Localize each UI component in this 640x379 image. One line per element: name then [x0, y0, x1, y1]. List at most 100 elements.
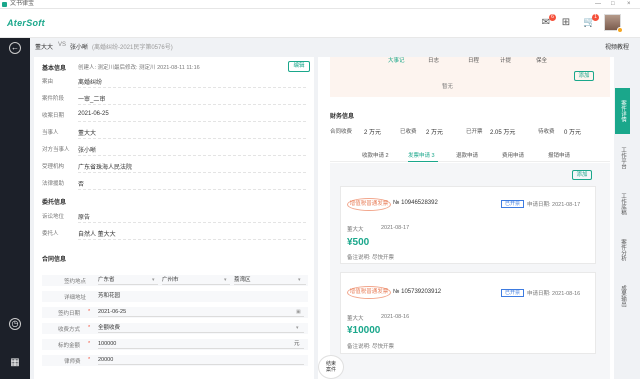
entrust-title: 委托信息 — [42, 200, 67, 206]
payer: 董大大 — [347, 316, 364, 322]
pay-date: 2021-08-17 — [381, 225, 410, 231]
cart-icon[interactable]: 🛒 1 — [583, 14, 599, 29]
finance-title: 财务信息 — [330, 114, 355, 120]
maximize-button[interactable]: □ — [611, 0, 615, 9]
vtab-workbench[interactable]: 工作平台 — [615, 138, 630, 178]
tab-provision[interactable]: 计提 — [500, 56, 511, 64]
minimize-button[interactable]: — — [595, 0, 601, 9]
fee-mode-row: 收费方式 * 全额收费 ▾ — [42, 323, 308, 334]
vtab-output[interactable]: 成果输出 — [615, 276, 630, 316]
user-avatar[interactable] — [604, 14, 623, 33]
lawyer-fee-label: 律师费 — [64, 359, 81, 365]
tab-payment-request[interactable]: 收款申请 2 — [362, 151, 389, 159]
party-a: 董大大 — [35, 45, 54, 51]
app-logo-icon — [2, 2, 7, 7]
field-value: 董大大 — [78, 131, 97, 137]
divider — [78, 138, 306, 139]
status-badge: 已开票 — [501, 289, 525, 297]
amount-row: 标的金额 * 100000 元 — [42, 339, 308, 350]
add-event-button[interactable]: 添加 — [574, 71, 594, 81]
status-badge: 已开票 — [501, 200, 525, 208]
city-select[interactable]: 广州市 ▾ — [162, 276, 230, 285]
fee-mode-select[interactable]: 全额收费 ▾ — [98, 324, 304, 333]
title-bar: 文书律宝 — □ × — [0, 0, 640, 9]
tab-reimburse-request[interactable]: 报销申请 — [548, 151, 570, 159]
tab-log[interactable]: 日志 — [428, 56, 439, 64]
field-value: 离婚纠纷 — [78, 80, 103, 86]
lawyer-fee-input[interactable]: 20000 — [98, 356, 304, 365]
vtab-case-detail[interactable]: 案件详情 — [615, 88, 630, 134]
creator: 创建人: 测定川 — [78, 65, 115, 71]
divider — [78, 239, 306, 240]
sign-date-row: 签约日期 * 2021-06-25 ▣ — [42, 307, 308, 318]
field-label: 委托人 — [42, 231, 59, 237]
divider — [78, 87, 306, 88]
status-dot — [617, 27, 623, 33]
field-value: 原告 — [78, 215, 91, 221]
field-label: 法律援助 — [42, 181, 65, 187]
field-value: 否 — [78, 182, 85, 188]
required-mark: * — [88, 309, 91, 315]
tab-events[interactable]: 大事记 — [388, 56, 405, 64]
chevron-down-icon: ▾ — [296, 325, 299, 331]
edit-button[interactable]: 编辑 — [288, 61, 310, 72]
field-label: 当事人 — [42, 130, 59, 136]
apps-grid-icon[interactable]: ⊞ — [560, 17, 572, 29]
divider — [78, 172, 306, 173]
province-select[interactable]: 广东省 ▾ — [98, 276, 158, 285]
clock-icon[interactable]: ◷ — [9, 318, 21, 330]
lawyer-fee-row: 律师费 * 20000 — [42, 355, 308, 366]
vtab-workpaper[interactable]: 工作底稿 — [615, 184, 630, 224]
payer: 董大大 — [347, 227, 364, 233]
field-label: 收案日期 — [42, 113, 65, 119]
vtab-analysis[interactable]: 案件分析 — [615, 230, 630, 270]
tab-invoice-request[interactable]: 发票申请 3 — [408, 151, 435, 159]
menu-grid-icon[interactable]: ▦ — [9, 358, 21, 370]
invoice-number: № 10946528392 — [393, 200, 438, 206]
stat-contract-value: 2 万元 — [364, 130, 382, 136]
invoice-stamp: 增值税普通发票 — [347, 198, 391, 211]
end-case-button[interactable]: 结束 案件 — [318, 355, 344, 379]
help-video-link[interactable]: 视频教程 — [605, 42, 629, 51]
address-input[interactable]: 芳和花园 — [98, 292, 304, 301]
back-icon[interactable]: ← — [9, 42, 21, 54]
divider — [78, 104, 306, 105]
divider — [78, 222, 306, 223]
tab-refund-request[interactable]: 退款申请 — [456, 151, 478, 159]
tab-preservation[interactable]: 保全 — [536, 56, 547, 64]
divider — [78, 155, 306, 156]
empty-text: 暂无 — [442, 84, 454, 90]
field-label: 受理机构 — [42, 164, 65, 170]
invoice-card[interactable]: 增值税普通发票 № 105739203912 已开票 申请日期: 2021-08… — [340, 272, 596, 354]
cart-badge: 1 — [592, 14, 599, 21]
invoice-amount: ¥500 — [347, 237, 370, 248]
close-button[interactable]: × — [627, 0, 631, 9]
tab-schedule[interactable]: 日程 — [468, 56, 479, 64]
side-tabs: 案件详情 工作平台 工作底稿 案件分析 成果输出 — [615, 88, 640, 320]
left-rail: ← ◷ ▦ — [0, 38, 30, 379]
stat-pending-value: 0 万元 — [564, 130, 582, 136]
address-row: 详细地址 芳和花园 — [42, 291, 308, 302]
add-invoice-button[interactable]: 添加 — [572, 170, 592, 180]
sign-place-label: 签约地点 — [64, 279, 87, 285]
sign-date-label: 签约日期 — [58, 311, 81, 317]
invoice-card[interactable]: 增值税普通发票 № 10946528392 已开票 申请日期: 2021-08-… — [340, 186, 596, 264]
tab-expense-request[interactable]: 费用申请 — [502, 151, 524, 159]
field-value: 张小晰 — [78, 148, 97, 154]
stat-contract-label: 合同收费 — [330, 129, 353, 135]
sign-date-input[interactable]: 2021-06-25 ▣ — [98, 308, 304, 317]
calendar-icon: ▣ — [296, 309, 301, 315]
district-select[interactable]: 荔湾区 ▾ — [234, 276, 306, 285]
contract-title: 合同信息 — [42, 257, 67, 263]
invoice-number: № 105739203912 — [393, 289, 442, 295]
amount-input[interactable]: 100000 元 — [98, 340, 304, 349]
case-basic-panel: 基本信息 创建人: 测定川 最后修改: 测定川 2021-08-11 11:16… — [34, 57, 314, 379]
apply-date: 申请日期: 2021-08-16 — [527, 291, 581, 297]
chevron-down-icon: ▾ — [152, 277, 155, 283]
field-value: 广东省珠海人民法院 — [78, 165, 133, 171]
brand-logo: AterSoft — [7, 18, 45, 28]
vs-label: VS — [58, 42, 67, 48]
invoice-note: 备注说明: 尽快开票 — [347, 344, 395, 350]
message-icon[interactable]: ✉ 6 — [540, 14, 556, 29]
apply-date: 申请日期: 2021-08-17 — [527, 202, 581, 208]
